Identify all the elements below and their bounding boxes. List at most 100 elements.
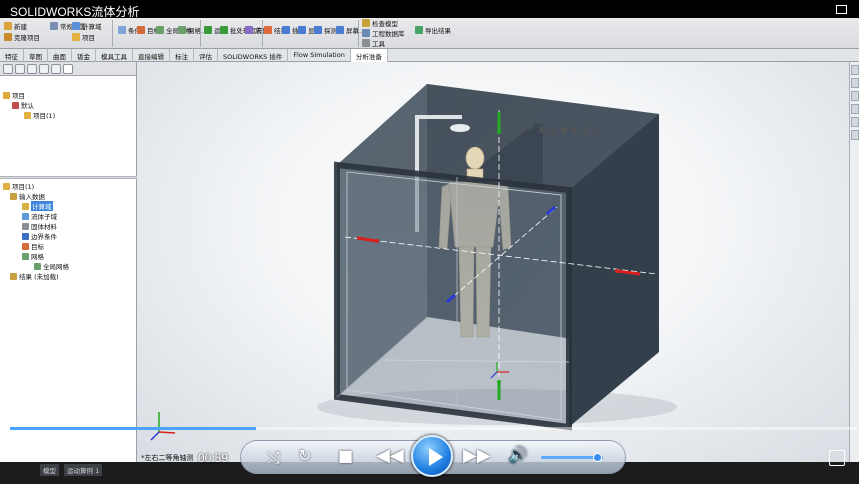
project-button[interactable]: 项目 xyxy=(72,32,95,42)
resources-icon[interactable] xyxy=(851,65,859,75)
tree-item[interactable]: 全局网格 xyxy=(34,261,69,271)
tree-item[interactable]: 结果 (未加载) xyxy=(10,271,59,281)
seek-progress xyxy=(10,427,256,430)
clone-project-icon xyxy=(4,33,12,41)
screen-icon xyxy=(336,26,344,34)
tree-item[interactable]: 目标 xyxy=(22,241,44,251)
domain-handle-top[interactable] xyxy=(497,112,501,134)
appearance-icon[interactable]: ◐ xyxy=(582,125,589,135)
volume-icon[interactable]: 🔊 xyxy=(508,445,528,464)
file-explorer-icon[interactable] xyxy=(851,91,859,101)
general-settings-icon xyxy=(50,22,58,30)
section-view-icon[interactable]: ◧ xyxy=(539,125,547,135)
panel-splitter[interactable] xyxy=(0,176,137,179)
command-manager-ribbon: 新建 克隆项目 常规设置 计算域 项目 条件 目标 全局网格 网格... 运行 … xyxy=(0,18,859,49)
insert-icon xyxy=(282,26,290,34)
tab-direct-editing[interactable]: 直接编辑 xyxy=(133,49,170,62)
task-pane-tabs xyxy=(849,62,859,462)
conditions-icon xyxy=(118,26,126,34)
display-manager-tab-icon[interactable] xyxy=(51,64,61,74)
check-model-icon xyxy=(362,19,370,27)
flow-analysis-tab-icon[interactable] xyxy=(63,64,73,74)
export-results-icon xyxy=(415,26,423,34)
tab-analysis-prep[interactable]: 分析准备 xyxy=(350,49,388,62)
fluid-subdomain-icon xyxy=(22,212,29,220)
tree-item[interactable]: 输入数据 xyxy=(10,191,45,201)
fast-forward-icon[interactable]: ▶▶ xyxy=(463,445,491,466)
tree-item[interactable]: 流体子域 xyxy=(22,211,57,221)
global-mesh-icon xyxy=(34,262,41,270)
tools-icon xyxy=(362,39,370,47)
shuffle-icon[interactable]: ⤭ xyxy=(267,448,280,468)
stop-icon[interactable]: ■ xyxy=(338,446,353,465)
configuration-tab-icon[interactable] xyxy=(27,64,37,74)
new-button[interactable]: 新建 xyxy=(4,21,27,31)
computational-domain-button[interactable]: 计算域 xyxy=(72,21,102,31)
view-orientation-icon[interactable]: ◈ xyxy=(550,125,556,135)
property-manager-tab-icon[interactable] xyxy=(15,64,25,74)
computational-domain-icon xyxy=(72,22,80,30)
scene-icon[interactable]: ▭ xyxy=(593,125,601,135)
heads-up-view-toolbar: ⌕ ⊞ ↶ ◧ ◈ ◼ ◉ ◐ ▭ xyxy=(509,125,601,135)
design-library-icon[interactable] xyxy=(851,78,859,88)
engineering-database-button[interactable]: 工程数据库 xyxy=(362,28,405,38)
export-results-button[interactable]: 导出结果 xyxy=(415,25,451,35)
play-button[interactable] xyxy=(411,435,453,477)
solve-icon xyxy=(245,26,253,34)
tree-item[interactable]: 项目(1) xyxy=(3,181,34,191)
mesh-button[interactable]: 网格... xyxy=(178,25,207,35)
screen-button[interactable]: 屏幕... xyxy=(336,25,365,35)
tab-solidworks-addins[interactable]: SOLIDWORKS 插件 xyxy=(218,49,289,62)
tab-markup[interactable]: 标注 xyxy=(170,49,194,62)
computational-domain-icon xyxy=(22,202,29,210)
zoom-area-icon[interactable]: ⊞ xyxy=(517,125,524,135)
domain-handle-bottom[interactable] xyxy=(497,380,501,400)
tab-features[interactable]: 特征 xyxy=(0,49,24,62)
tab-sheet-metal[interactable]: 钣金 xyxy=(72,49,96,62)
tree-item[interactable]: 边界条件 xyxy=(22,231,57,241)
tree-item[interactable]: 固体材料 xyxy=(22,221,57,231)
appearances-icon[interactable] xyxy=(851,117,859,127)
view-palette-icon[interactable] xyxy=(851,104,859,114)
fullscreen-button[interactable] xyxy=(829,450,845,466)
project-folder-icon xyxy=(3,91,10,99)
display-style-icon[interactable]: ◼ xyxy=(561,125,568,135)
engineering-database-icon xyxy=(362,29,370,37)
tree-item-selected[interactable]: 计算域 xyxy=(22,201,53,211)
tools-button[interactable]: 工具 xyxy=(362,38,385,48)
previous-view-icon[interactable]: ↶ xyxy=(528,125,535,135)
playback-time: 00:59 xyxy=(198,451,229,465)
boundary-condition-icon xyxy=(22,232,29,240)
hide-show-icon[interactable]: ◉ xyxy=(571,125,578,135)
mesh-icon xyxy=(178,26,186,34)
check-model-button[interactable]: 检查模型 xyxy=(362,18,398,28)
graphics-area[interactable]: ⌕ ⊞ ↶ ◧ ◈ ◼ ◉ ◐ ▭ xyxy=(137,62,849,462)
probe-icon xyxy=(314,26,322,34)
project-icon xyxy=(72,33,80,41)
dim-expert-tab-icon[interactable] xyxy=(39,64,49,74)
repeat-icon[interactable]: ↻ xyxy=(298,446,311,465)
tree-item[interactable]: 项目(1) xyxy=(24,110,55,120)
custom-properties-icon[interactable] xyxy=(851,130,859,140)
clone-project-button[interactable]: 克隆项目 xyxy=(4,32,40,42)
volume-slider[interactable] xyxy=(541,453,603,462)
fullscreen-icon[interactable] xyxy=(836,5,847,14)
feature-manager-panel: 项目 默认 项目(1) 项目(1) 输入数据 计算域 流体子域 固体材料 边界条… xyxy=(0,62,137,462)
ribbon-separator xyxy=(262,20,263,47)
tree-item[interactable]: 网格 xyxy=(22,251,44,261)
video-player-controls: *左右二等角轴测 00:59 ⤭ ↻ ■ ◀◀ ▶▶ 🔊 xyxy=(0,425,859,484)
tab-flow-simulation[interactable]: Flow Simulation xyxy=(288,49,351,62)
feature-tree-tab-icon[interactable] xyxy=(3,64,13,74)
tab-evaluate[interactable]: 评估 xyxy=(194,49,218,62)
tree-item[interactable]: 项目 xyxy=(3,90,25,100)
volume-knob[interactable] xyxy=(592,453,602,462)
seek-bar[interactable] xyxy=(10,427,857,430)
tab-surfaces[interactable]: 曲面 xyxy=(48,49,72,62)
tab-sketch[interactable]: 草图 xyxy=(24,49,48,62)
zoom-to-fit-icon[interactable]: ⌕ xyxy=(509,125,513,135)
tab-mold-tools[interactable]: 模具工具 xyxy=(96,49,133,62)
model-render xyxy=(150,84,677,441)
rewind-icon[interactable]: ◀◀ xyxy=(376,445,404,466)
tree-item[interactable]: 默认 xyxy=(12,100,34,110)
goals-icon xyxy=(22,242,29,250)
